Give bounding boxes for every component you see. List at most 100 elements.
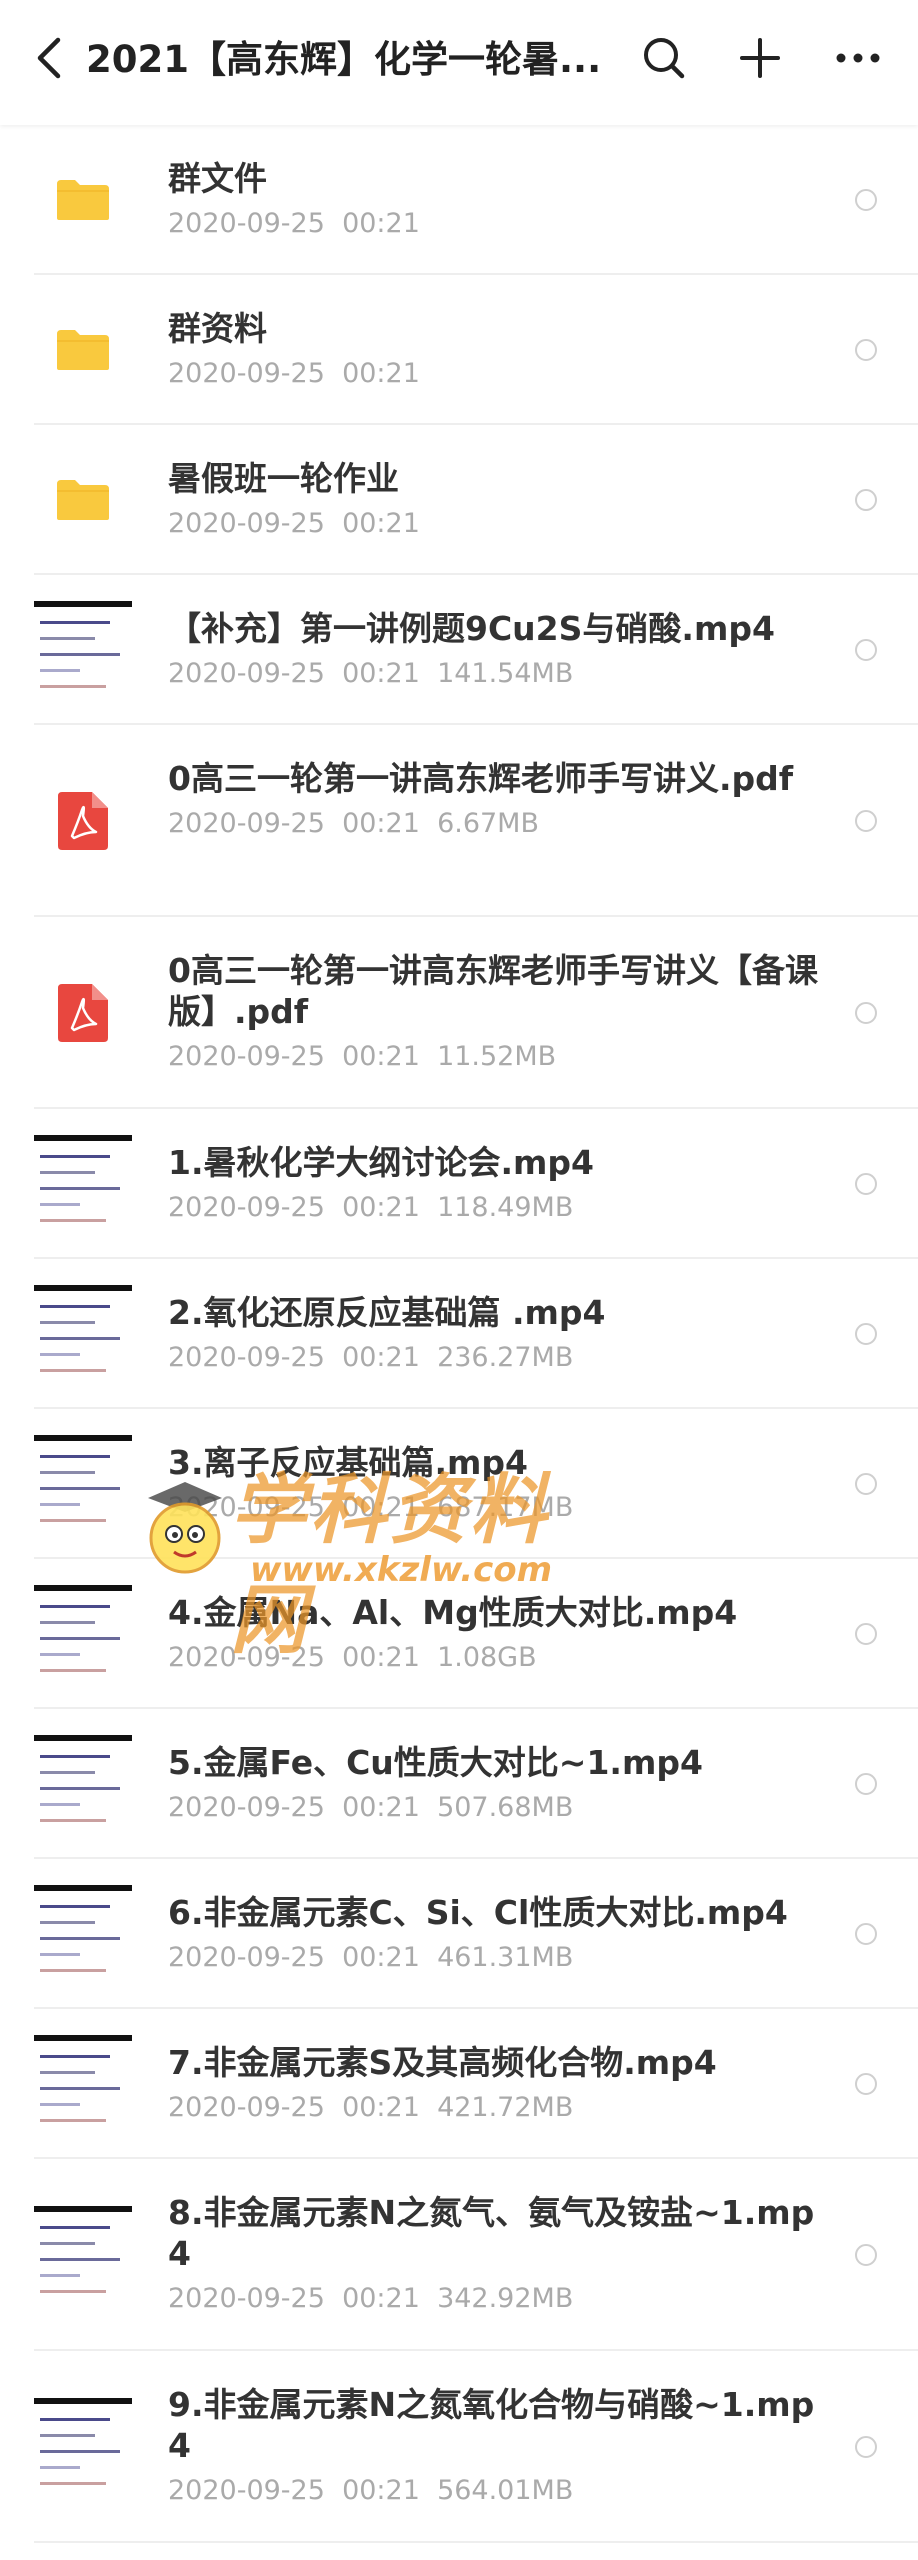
video-thumbnail <box>34 1435 132 1533</box>
file-name: 4.金属Na、Al、Mg性质大对比.mp4 <box>168 1592 738 1632</box>
meta-gap <box>420 1792 437 1823</box>
file-meta: 2020-09-25 00:21 11.52MB <box>168 1038 818 1076</box>
select-radio[interactable] <box>855 810 877 832</box>
file-name: 【补充】第一讲例题9Cu2S与硝酸.mp4 <box>168 608 775 648</box>
file-name: 7.非金属元素S及其高频化合物.mp4 <box>168 2042 717 2082</box>
select-radio[interactable] <box>855 1623 877 1645</box>
select-radio[interactable] <box>855 1002 877 1024</box>
file-row[interactable]: 6.非金属元素C、Si、Cl性质大对比.mp4 2020-09-25 00:21 … <box>0 1859 918 2009</box>
file-row[interactable]: 群文件 2020-09-25 00:21 <box>0 125 918 275</box>
file-meta: 2020-09-25 00:21 <box>168 205 818 243</box>
file-info: 群文件 2020-09-25 00:21 <box>168 158 818 243</box>
more-dots-icon <box>836 53 880 63</box>
file-size: 687.17MB <box>437 1491 574 1523</box>
meta-gap <box>420 2475 437 2506</box>
folder-icon <box>34 151 132 249</box>
file-meta: 2020-09-25 00:21 6.67MB <box>168 805 818 843</box>
file-row[interactable]: 5.金属Fe、Cu性质大对比~1.mp4 2020-09-25 00:21 507… <box>0 1709 918 1859</box>
row-divider <box>34 2541 918 2543</box>
file-row[interactable]: 3.离子反应基础篇.mp4 2020-09-25 00:21 687.17MB <box>0 1409 918 1559</box>
file-info: 7.非金属元素S及其高频化合物.mp4 2020-09-25 00:21 421.… <box>168 2042 818 2127</box>
file-row[interactable]: 0高三一轮第一讲高东辉老师手写讲义【备课版】.pdf 2020-09-25 00:… <box>0 917 918 1109</box>
file-info: 【补充】第一讲例题9Cu2S与硝酸.mp4 2020-09-25 00:21 14… <box>168 608 818 693</box>
file-name: 6.非金属元素C、Si、Cl性质大对比.mp4 <box>168 1892 788 1932</box>
file-name: 3.离子反应基础篇.mp4 <box>168 1442 529 1482</box>
file-row[interactable]: 0高三一轮第一讲高东辉老师手写讲义.pdf 2020-09-25 00:21 6.… <box>0 725 918 917</box>
file-date: 2020-09-25 00:21 <box>168 657 420 689</box>
file-meta: 2020-09-25 00:21 687.17MB <box>168 1489 818 1527</box>
meta-gap <box>420 2092 437 2123</box>
select-radio[interactable] <box>855 2436 877 2458</box>
select-radio[interactable] <box>855 1473 877 1495</box>
file-list: 群文件 2020-09-25 00:21 群资料 2020-09-25 00:21 暑假… <box>0 125 918 2543</box>
folder-icon <box>34 451 132 549</box>
file-row[interactable]: 2.氧化还原反应基础篇 .mp4 2020-09-25 00:21 236.27M… <box>0 1259 918 1409</box>
file-meta: 2020-09-25 00:21 141.54MB <box>168 655 818 693</box>
file-size: 507.68MB <box>437 1791 574 1823</box>
file-size: 342.92MB <box>437 2283 574 2314</box>
select-radio[interactable] <box>855 1323 877 1345</box>
file-meta: 2020-09-25 00:21 507.68MB <box>168 1789 818 1827</box>
select-radio[interactable] <box>855 1173 877 1195</box>
file-name: 暑假班一轮作业 <box>168 458 399 498</box>
file-size: 236.27MB <box>437 1341 574 1373</box>
file-size: 564.01MB <box>437 2475 574 2506</box>
file-row[interactable]: 9.非金属元素N之氮氧化合物与硝酸~1.mp4 2020-09-25 00:21 … <box>0 2351 918 2543</box>
pdf-icon <box>34 964 132 1062</box>
select-radio[interactable] <box>855 339 877 361</box>
file-row[interactable]: 4.金属Na、Al、Mg性质大对比.mp4 2020-09-25 00:21 1.… <box>0 1559 918 1709</box>
plus-icon <box>740 38 780 78</box>
video-thumbnail <box>34 1585 132 1683</box>
file-row[interactable]: 7.非金属元素S及其高频化合物.mp4 2020-09-25 00:21 421.… <box>0 2009 918 2159</box>
video-thumbnail <box>34 1135 132 1233</box>
meta-gap <box>420 1642 437 1673</box>
file-size: 118.49MB <box>437 1191 574 1223</box>
select-radio[interactable] <box>855 1773 877 1795</box>
select-radio[interactable] <box>855 1923 877 1945</box>
file-meta: 2020-09-25 00:21 342.92MB <box>168 2280 818 2318</box>
select-radio[interactable] <box>855 489 877 511</box>
file-name: 群文件 <box>168 158 267 198</box>
more-button[interactable] <box>830 30 886 86</box>
meta-gap <box>420 1041 437 1072</box>
file-size: 6.67MB <box>437 808 539 839</box>
folder-icon <box>34 301 132 399</box>
file-date: 2020-09-25 00:21 <box>168 1941 420 1973</box>
search-icon <box>644 38 685 79</box>
select-radio[interactable] <box>855 2244 877 2266</box>
file-row[interactable]: 8.非金属元素N之氮气、氨气及铵盐~1.mp4 2020-09-25 00:21 … <box>0 2159 918 2351</box>
file-info: 2.氧化还原反应基础篇 .mp4 2020-09-25 00:21 236.27M… <box>168 1292 818 1377</box>
select-radio[interactable] <box>855 639 877 661</box>
file-date: 2020-09-25 00:21 <box>168 1191 420 1223</box>
select-radio[interactable] <box>855 2073 877 2095</box>
video-thumbnail <box>34 2398 132 2496</box>
file-row[interactable]: 暑假班一轮作业 2020-09-25 00:21 <box>0 425 918 575</box>
file-info: 8.非金属元素N之氮气、氨气及铵盐~1.mp4 2020-09-25 00:21 … <box>168 2192 818 2318</box>
file-meta: 2020-09-25 00:21 236.27MB <box>168 1339 818 1377</box>
video-thumbnail <box>34 1735 132 1833</box>
file-name: 0高三一轮第一讲高东辉老师手写讲义.pdf <box>168 759 794 798</box>
file-info: 4.金属Na、Al、Mg性质大对比.mp4 2020-09-25 00:21 1.… <box>168 1592 818 1677</box>
file-size: 461.31MB <box>437 1941 574 1973</box>
file-date: 2020-09-25 00:21 <box>168 507 420 539</box>
back-button[interactable] <box>24 28 74 88</box>
file-info: 群资料 2020-09-25 00:21 <box>168 308 818 393</box>
file-row[interactable]: 1.暑秋化学大纲讨论会.mp4 2020-09-25 00:21 118.49MB <box>0 1109 918 1259</box>
file-info: 0高三一轮第一讲高东辉老师手写讲义【备课版】.pdf 2020-09-25 00:… <box>168 950 818 1076</box>
pdf-icon <box>34 772 132 870</box>
file-row[interactable]: 群资料 2020-09-25 00:21 <box>0 275 918 425</box>
select-radio[interactable] <box>855 189 877 211</box>
file-date: 2020-09-25 00:21 <box>168 1491 420 1523</box>
file-name: 群资料 <box>168 308 267 348</box>
file-name: 5.金属Fe、Cu性质大对比~1.mp4 <box>168 1742 703 1782</box>
meta-gap <box>420 1942 437 1973</box>
video-thumbnail <box>34 2035 132 2133</box>
search-button[interactable] <box>636 30 692 86</box>
file-row[interactable]: 【补充】第一讲例题9Cu2S与硝酸.mp4 2020-09-25 00:21 14… <box>0 575 918 725</box>
file-size: 11.52MB <box>437 1041 557 1072</box>
file-date: 2020-09-25 00:21 <box>168 2091 420 2123</box>
meta-gap <box>420 2283 437 2314</box>
add-button[interactable] <box>732 30 788 86</box>
file-meta: 2020-09-25 00:21 <box>168 505 818 543</box>
file-name: 1.暑秋化学大纲讨论会.mp4 <box>168 1142 595 1182</box>
